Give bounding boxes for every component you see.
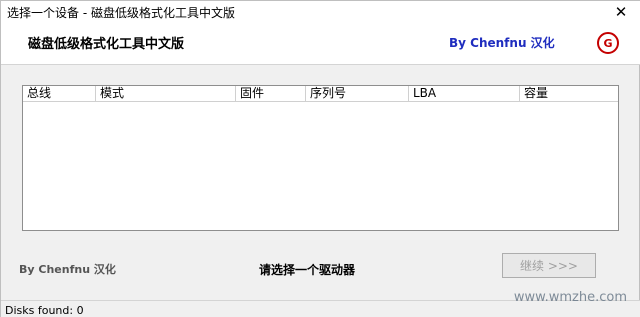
table-header: 总线 模式 固件 序列号 LBA 容量 [23, 86, 618, 102]
window-title: 选择一个设备 - 磁盘低级格式化工具中文版 [7, 6, 235, 20]
header-banner: 磁盘低级格式化工具中文版 By Chenfnu 汉化 G [1, 23, 640, 65]
column-header-serial[interactable]: 序列号 [306, 86, 409, 102]
disks-found-status: Disks found: 0 [5, 304, 84, 317]
g-logo-icon: G [597, 32, 619, 54]
column-header-capacity[interactable]: 容量 [520, 86, 618, 102]
close-icon: ✕ [614, 3, 628, 21]
column-header-firmware[interactable]: 固件 [236, 86, 306, 102]
continue-button[interactable]: 继续 >>> [502, 253, 596, 278]
header-credit: By Chenfnu 汉化 [449, 36, 555, 50]
app-title: 磁盘低级格式化工具中文版 [28, 37, 185, 52]
footer-credit: By Chenfnu 汉化 [19, 263, 116, 276]
select-drive-prompt: 请选择一个驱动器 [259, 263, 356, 277]
column-header-lba[interactable]: LBA [409, 86, 520, 102]
logo-glyph: G [603, 36, 613, 50]
column-header-mode[interactable]: 模式 [96, 86, 236, 102]
app-window: 选择一个设备 - 磁盘低级格式化工具中文版 ✕ 磁盘低级格式化工具中文版 By … [0, 0, 640, 317]
title-bar: 选择一个设备 - 磁盘低级格式化工具中文版 ✕ [1, 1, 640, 23]
watermark: www.wmzhe.com [513, 290, 627, 305]
device-table[interactable]: 总线 模式 固件 序列号 LBA 容量 [22, 85, 619, 231]
close-button[interactable]: ✕ [601, 1, 640, 23]
column-header-bus[interactable]: 总线 [23, 86, 96, 102]
